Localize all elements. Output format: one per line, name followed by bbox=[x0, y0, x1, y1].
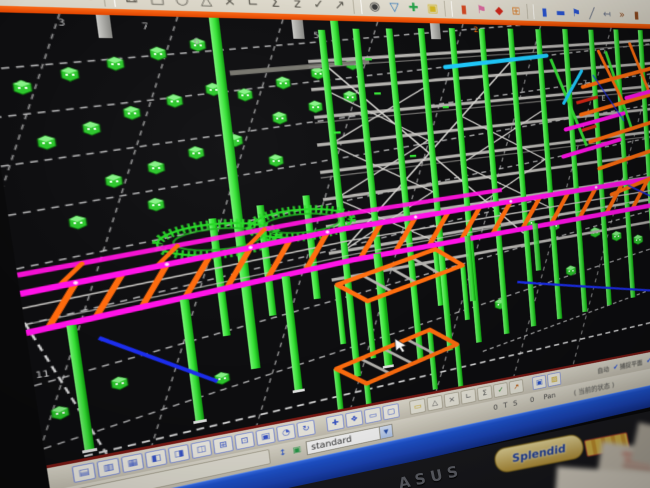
monitor-screen: ↶↷✎⊠□○△×∟Σz✓↗◉▽✚▣▮⚑◆⊞▮▬⚑╱↤»▮ bbox=[0, 0, 650, 488]
snap-settings-icon[interactable]: ✚ bbox=[405, 0, 423, 16]
toolbar-separator bbox=[102, 0, 116, 7]
beam-blue-icon[interactable]: ▮ bbox=[537, 4, 552, 19]
checkbox-work-plane[interactable]: ✔ bbox=[646, 357, 650, 365]
grid-label: E bbox=[601, 95, 605, 103]
redo-red-icon[interactable]: ↷ bbox=[45, 0, 72, 6]
snap-cross-icon[interactable]: × bbox=[219, 0, 241, 11]
yellow-note-icon[interactable]: ▣ bbox=[424, 0, 441, 16]
tool-plus-icon[interactable]: ✚ bbox=[326, 414, 345, 432]
diamond-red-icon[interactable]: ◆ bbox=[491, 3, 507, 19]
component-dot-icon[interactable]: ⊡ bbox=[234, 431, 255, 450]
component-clock-icon[interactable]: ◔ bbox=[276, 423, 296, 441]
pen-gray-icon[interactable]: ╱ bbox=[585, 6, 599, 21]
grid-label: 7 bbox=[583, 80, 588, 88]
auto-label: 自动 bbox=[597, 364, 609, 375]
snap-z-icon[interactable]: z bbox=[287, 0, 307, 13]
checkbox-snap-plane[interactable]: ✔ bbox=[613, 363, 619, 371]
snap-free-icon[interactable]: ⊠ bbox=[119, 0, 144, 8]
mini-snap-cross-icon[interactable]: × bbox=[444, 391, 460, 408]
component-cell-icon[interactable]: ◫ bbox=[190, 440, 212, 459]
select-cube-icon[interactable]: ▣ bbox=[290, 443, 304, 457]
grid-label: 5 bbox=[313, 32, 319, 41]
mini-snap-plane-icon[interactable]: ▭ bbox=[409, 398, 426, 415]
grid-label: 2 bbox=[473, 26, 478, 35]
red-pen-icon[interactable]: ✎ bbox=[73, 0, 99, 6]
component-mesh-icon[interactable]: ▦ bbox=[121, 453, 145, 473]
updown-icon[interactable]: ↕ bbox=[275, 446, 290, 460]
binoculars-icon[interactable]: ◉ bbox=[365, 0, 384, 15]
tool-frame-icon[interactable]: ▢ bbox=[382, 403, 400, 420]
grid-label: 3 bbox=[57, 18, 66, 29]
toolbar-separator bbox=[444, 1, 453, 17]
view-window-icon[interactable]: ▣ bbox=[532, 375, 547, 391]
snap-circle-icon[interactable]: ○ bbox=[170, 0, 193, 9]
ff-brown-icon[interactable]: » bbox=[615, 7, 629, 22]
component-half-icon[interactable]: ◧ bbox=[145, 448, 168, 468]
undo-red-icon[interactable]: ↶ bbox=[17, 0, 44, 5]
sticker-label: Splendid bbox=[511, 442, 567, 465]
layer-window-icon[interactable]: ▨ bbox=[547, 372, 561, 387]
tool-slab-icon[interactable]: ▭ bbox=[364, 407, 382, 424]
mini-snap-triangle-icon[interactable]: △ bbox=[427, 395, 444, 412]
component-grid-icon[interactable]: ▤ bbox=[72, 462, 97, 483]
grid-label: 6 bbox=[193, 37, 200, 47]
grid-label: 7 bbox=[141, 22, 149, 32]
mini-snap-check-icon[interactable]: ✓ bbox=[493, 382, 508, 398]
component-plus-icon[interactable]: ⊞ bbox=[213, 435, 234, 454]
component-box-icon[interactable]: ◨ bbox=[168, 444, 190, 464]
grid-label: 11 bbox=[35, 369, 51, 381]
snap-cells-value: 0 T S bbox=[493, 399, 519, 412]
flag-pink-icon[interactable]: ⚑ bbox=[473, 2, 489, 18]
coordinate-value: 0 bbox=[530, 396, 535, 405]
component-rotate-icon[interactable]: ↻ bbox=[296, 420, 315, 438]
snap-check-icon[interactable]: ✓ bbox=[309, 0, 329, 13]
copy-orange-icon[interactable]: ⊞ bbox=[508, 3, 524, 19]
mini-snap-perp-icon[interactable]: ∟ bbox=[460, 388, 476, 404]
component-panel-icon[interactable]: ▥ bbox=[96, 458, 120, 479]
toolbar-separator bbox=[526, 4, 534, 19]
component-note-icon[interactable]: ▣ bbox=[255, 427, 275, 446]
snap-plane-label: 捕捉平面 bbox=[619, 358, 642, 371]
combo-dropdown-arrow[interactable]: ▼ bbox=[379, 425, 393, 439]
snap-sigma-icon[interactable]: Σ bbox=[265, 0, 286, 12]
arrow-back-icon[interactable]: ↤ bbox=[600, 7, 614, 22]
mode-label: Pan bbox=[543, 392, 556, 402]
filter-funnel-icon[interactable]: ▽ bbox=[385, 0, 403, 15]
snap-triangle-icon[interactable]: △ bbox=[195, 0, 218, 10]
toolbar-separator bbox=[352, 0, 362, 14]
tool-diamond-icon[interactable]: ❖ bbox=[345, 410, 363, 428]
mini-snap-sigma-icon[interactable]: Σ bbox=[477, 385, 493, 401]
mini-snap-arrow-icon[interactable]: ↗ bbox=[509, 379, 524, 395]
phase-red-icon[interactable]: ▮ bbox=[455, 1, 472, 17]
snap-perpendicular-icon[interactable]: ∟ bbox=[242, 0, 264, 11]
plate-blue-icon[interactable]: ▬ bbox=[553, 5, 568, 20]
photo-of-monitor: ↶↷✎⊠□○△×∟Σz✓↗◉▽✚▣▮⚑◆⊞▮▬⚑╱↤»▮ bbox=[0, 0, 650, 488]
snap-rect-icon[interactable]: □ bbox=[145, 0, 169, 8]
flag-blue-icon[interactable]: ⚑ bbox=[569, 6, 583, 21]
snap-arrow-icon[interactable]: ↗ bbox=[330, 0, 349, 14]
bar-brown-icon[interactable]: ▮ bbox=[630, 8, 643, 22]
